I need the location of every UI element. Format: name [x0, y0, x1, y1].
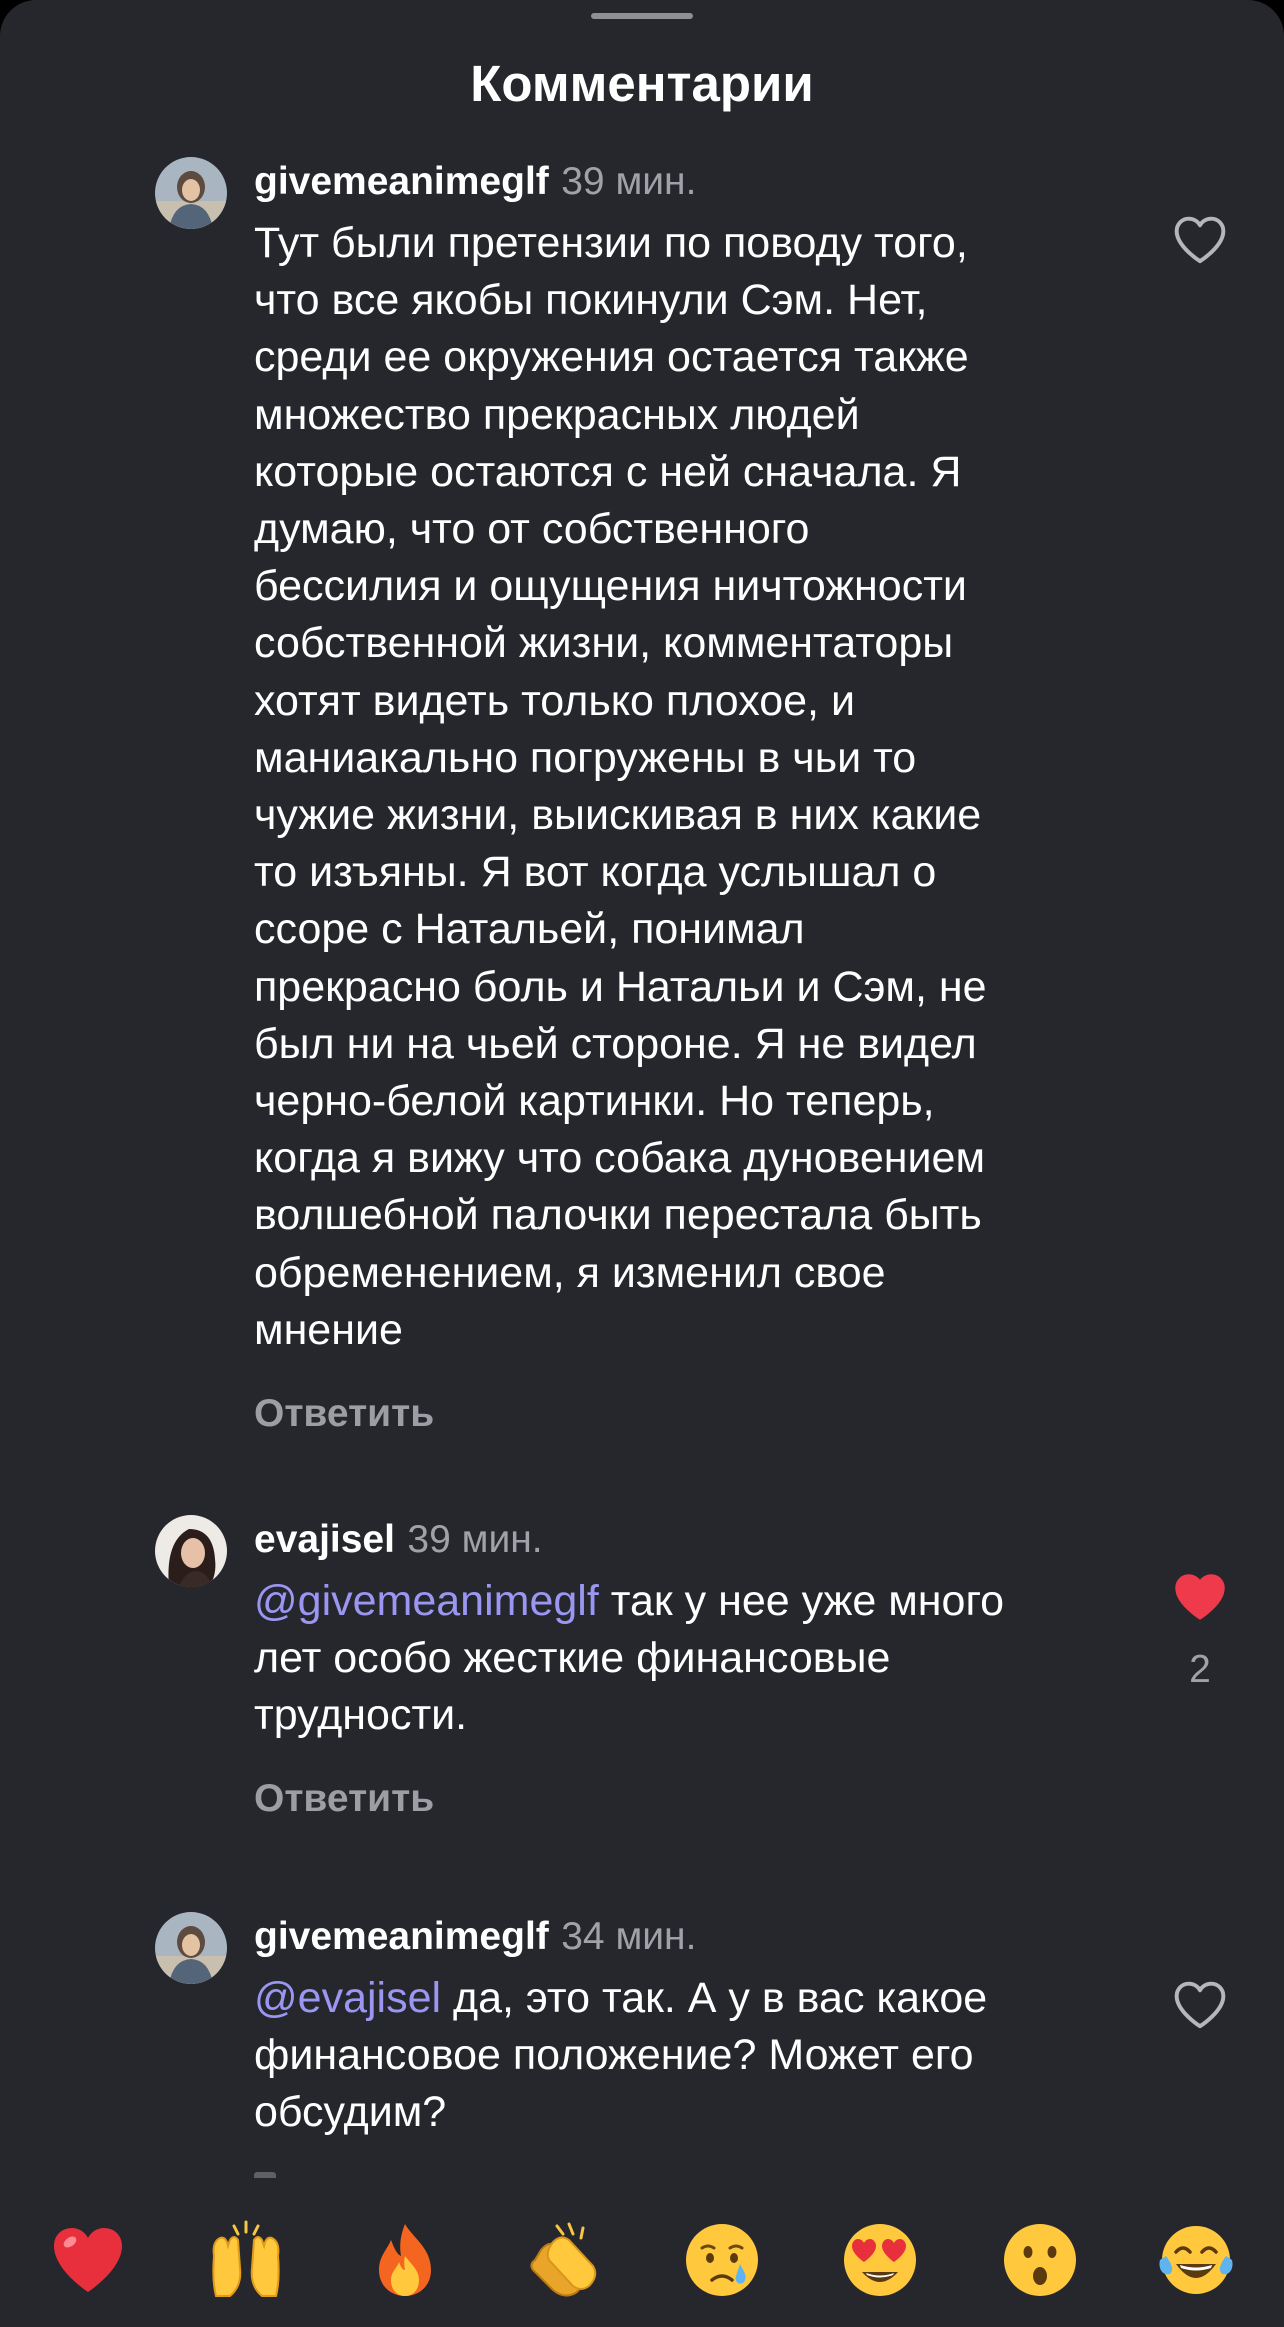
comment-text-line: хотят видеть только плохое, и: [254, 676, 855, 725]
comment-text-line: лет особо жесткие финансовые: [254, 1634, 891, 1683]
surprised-face-icon: [1004, 2224, 1076, 2296]
surprised-face-emoji-button[interactable]: [1000, 2220, 1080, 2300]
comment-text-line: Тут были претензии по поводу того,: [254, 219, 968, 267]
like-button[interactable]: [1172, 1570, 1228, 1622]
like-count: 2: [1189, 1648, 1211, 1691]
comment-text-line: чужие жизни, выискивая в них какие: [254, 791, 982, 840]
raising-hands-icon: [212, 2220, 280, 2297]
tears-of-joy-face-emoji-button[interactable]: [1156, 2220, 1236, 2300]
mention-link[interactable]: @givemeanimeglf: [254, 1577, 599, 1625]
comment-text-line: обременением, я изменил свое: [254, 1248, 886, 1297]
comment-text-line: думаю, что от собственного: [254, 505, 810, 554]
comment-text-fragment: да, это так. А у в вас какое: [441, 1974, 988, 2022]
emoji-reaction-bar: [0, 2180, 1284, 2327]
comment-text-line: финансовое положение? Может его: [254, 2031, 974, 2080]
reply-button[interactable]: Ответить: [254, 1389, 434, 1439]
fire-icon: [379, 2224, 431, 2296]
comment-text-line: трудности.: [254, 1691, 468, 1740]
comment-text-line: прекрасно боль и Натальи и Сэм, не: [254, 962, 987, 1011]
comment-text-line: собственной жизни, комментаторы: [254, 619, 954, 668]
comment-text-line: ссоре с Натальей, понимал: [254, 905, 805, 954]
crying-face-emoji-button[interactable]: [682, 2220, 762, 2300]
comment-text-line: @evajisel да, это так. А у в вас какое: [254, 1970, 1134, 2027]
raising-hands-emoji-button[interactable]: [206, 2220, 286, 2300]
heart-eyes-face-emoji-button[interactable]: [840, 2220, 920, 2300]
comment-text-line: мнение: [254, 1305, 403, 1354]
clapping-hands-emoji-button[interactable]: [523, 2220, 603, 2300]
sheet-grabber[interactable]: [591, 13, 693, 19]
avatar[interactable]: [155, 1912, 227, 1984]
comment-text-line: когда я вижу что собака дуновением: [254, 1134, 986, 1183]
timestamp: 39 мин.: [407, 1518, 543, 1561]
comment-text-line: обсудим?: [254, 2088, 447, 2137]
timestamp: 34 мин.: [561, 1915, 697, 1958]
comment-text-line: которые остаются с ней сначала. Я: [254, 447, 962, 496]
comment-text-line: черно-белой картинки. Но теперь,: [254, 1077, 935, 1126]
username[interactable]: evajisel: [254, 1518, 395, 1561]
heart-emoji-button[interactable]: [48, 2220, 128, 2300]
comment-meta: givemeanimeglf 34 мин.: [254, 1912, 696, 1962]
reply-button[interactable]: Ответить: [254, 1774, 434, 1824]
comment-text-line: бессилия и ощущения ничтожности: [254, 562, 967, 611]
comment-text-line: маниакально погружены в чьи то: [254, 733, 917, 782]
comment-text-line: среди ее окружения остается также: [254, 333, 969, 382]
comment-text-line: был ни на чьей стороне. Я не видел: [254, 1019, 977, 1068]
crying-face-icon: [686, 2224, 758, 2296]
comments-sheet: Комментарии givemeanimeglf 39 мин. Тут б…: [0, 0, 1284, 2327]
comment-text-fragment: так у нее уже много: [598, 1577, 1005, 1625]
like-button[interactable]: [1172, 1978, 1228, 2030]
reply-button-peek: [254, 2172, 276, 2178]
scroll-fade: [0, 2160, 1284, 2182]
tears-of-joy-face-icon: [1159, 2226, 1233, 2294]
comment-text-line: волшебной палочки перестала быть: [254, 1191, 982, 1240]
like-button[interactable]: [1172, 213, 1228, 265]
heart-icon: [54, 2228, 122, 2292]
comment-text-line: @givemeanimeglf так у нее уже много: [254, 1573, 1134, 1630]
comment-text-line: что все якобы покинули Сэм. Нет,: [254, 276, 928, 325]
username[interactable]: givemeanimeglf: [254, 160, 549, 203]
avatar[interactable]: [155, 1515, 227, 1587]
mention-link[interactable]: @evajisel: [254, 1974, 441, 2022]
fire-emoji-button[interactable]: [365, 2220, 445, 2300]
avatar[interactable]: [155, 157, 227, 229]
comment-text: @givemeanimeglf так у нее уже много лет …: [254, 1573, 1134, 1745]
comment-text: @evajisel да, это так. А у в вас какое ф…: [254, 1970, 1134, 2142]
heart-filled-icon: [1175, 1574, 1225, 1620]
heart-eyes-face-icon: [844, 2224, 916, 2296]
sheet-title: Комментарии: [470, 55, 814, 112]
comment-text-line: множество прекрасных людей: [254, 390, 860, 439]
clapping-hands-icon: [530, 2222, 597, 2297]
username[interactable]: givemeanimeglf: [254, 1915, 549, 1958]
comment-meta: givemeanimeglf 39 мин.: [254, 157, 696, 207]
heart-outline-icon: [1174, 1981, 1226, 2029]
comment-meta: evajisel 39 мин.: [254, 1515, 543, 1565]
timestamp: 39 мин.: [561, 160, 697, 203]
comment-text-line: то изъяны. Я вот когда услышал о: [254, 848, 937, 897]
comment-text: Тут были претензии по поводу того, что в…: [254, 215, 1134, 1359]
heart-outline-icon: [1174, 216, 1226, 264]
